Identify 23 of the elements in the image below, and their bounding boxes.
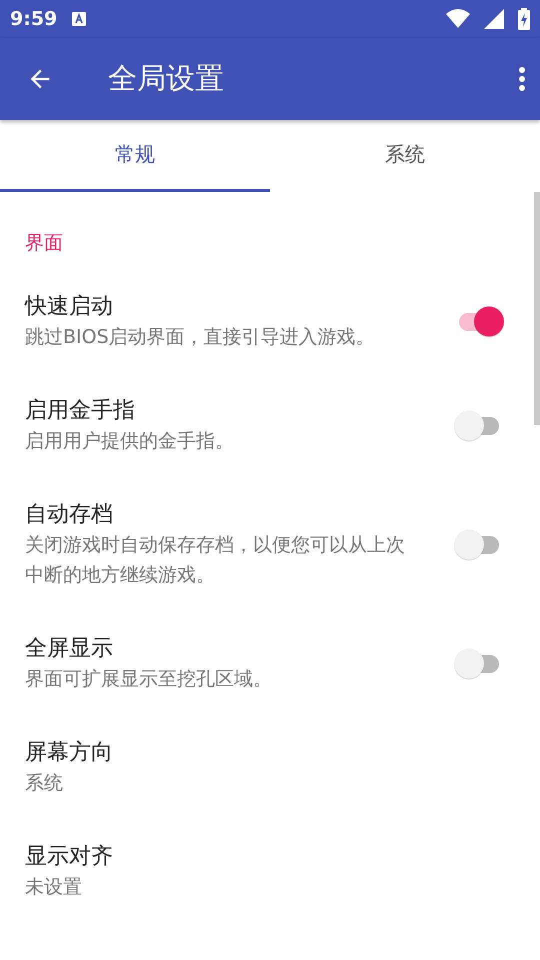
signal-icon xyxy=(484,9,504,29)
setting-title: 自动存档 xyxy=(25,501,114,529)
window-title: 全局设置 xyxy=(108,60,225,97)
setting-summary: 启用用户提供的金手指。 xyxy=(25,429,235,454)
wifi-icon xyxy=(446,9,470,29)
setting-summary: 系统 xyxy=(25,771,64,796)
status-time: 9:59 xyxy=(10,8,58,30)
battery-icon xyxy=(518,8,530,30)
setting-summary: 关闭游戏时自动保存存档，以便您可以从上次中断的地方继续游戏。 xyxy=(25,533,406,588)
setting-summary: 未设置 xyxy=(25,875,83,900)
menu-button[interactable] xyxy=(518,66,526,92)
tab[interactable]: 常规 xyxy=(0,120,270,192)
setting-summary: 跳过BIOS启动界面，直接引导进入游戏。 xyxy=(25,325,376,350)
setting-title: 全屏显示 xyxy=(25,635,114,663)
notification-icon xyxy=(71,11,88,27)
tab[interactable]: 系统 xyxy=(270,120,540,192)
setting-title: 屏幕方向 xyxy=(25,739,114,767)
setting-summary: 界面可扩展显示至挖孔区域。 xyxy=(25,667,273,692)
setting-title: 快速启动 xyxy=(25,293,114,321)
setting-title: 显示对齐 xyxy=(25,843,114,871)
scrollbar[interactable] xyxy=(534,192,540,425)
section-header: 界面 xyxy=(24,231,64,256)
setting-title: 启用金手指 xyxy=(25,397,136,425)
